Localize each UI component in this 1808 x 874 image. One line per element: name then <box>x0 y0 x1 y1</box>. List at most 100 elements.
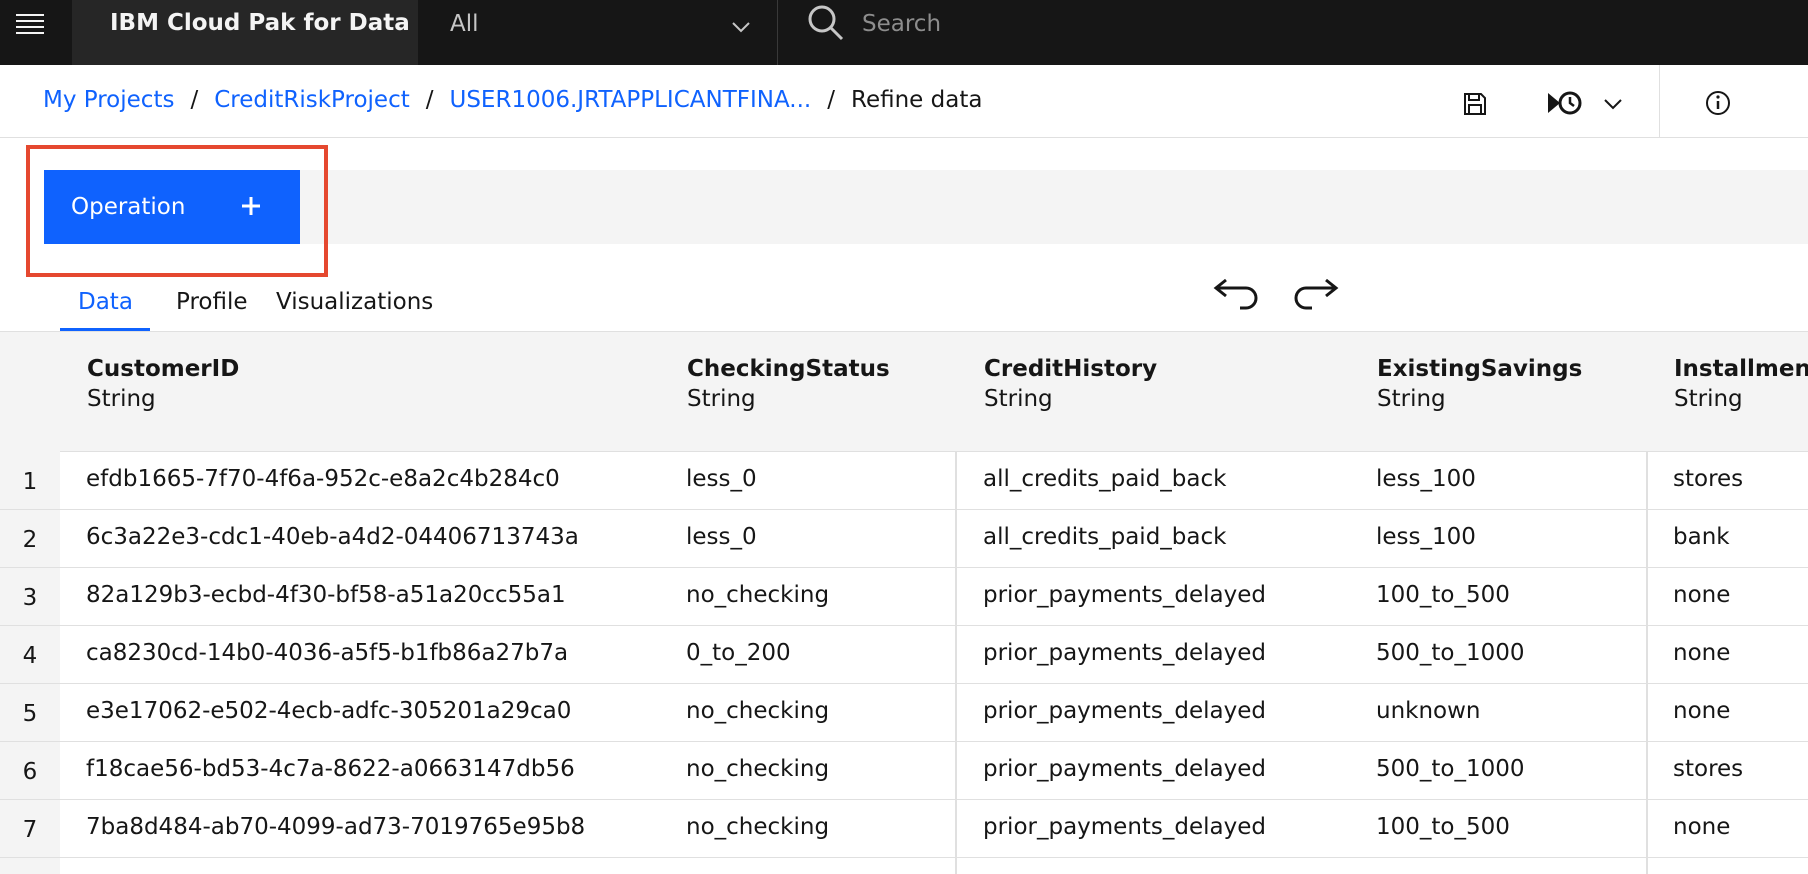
row-number: 3 <box>22 585 38 611</box>
table-cell[interactable]: efdb1665-7f70-4f6a-952c-e8a2c4b284c0 <box>86 466 560 492</box>
tab-data[interactable]: Data <box>60 285 150 331</box>
table-cell[interactable]: 500_to_1000 <box>1376 640 1525 666</box>
tab-visualizations[interactable]: Visualizations <box>276 285 476 331</box>
table-cell[interactable]: none <box>1673 698 1730 724</box>
brand-title: IBM Cloud Pak for Data <box>110 10 410 36</box>
column-name: CustomerID <box>87 356 240 382</box>
table-cell[interactable]: less_100 <box>1376 524 1476 550</box>
table-cell[interactable]: 6c3a22e3-cdc1-40eb-a4d2-04406713743a <box>86 524 579 550</box>
table-cell[interactable]: stores <box>1673 756 1743 782</box>
row-number: 1 <box>22 469 38 495</box>
row-number: 7 <box>22 817 38 843</box>
column-type: String <box>87 386 156 412</box>
save-icon[interactable] <box>1462 91 1488 117</box>
breadcrumb-separator: / <box>425 87 434 113</box>
table-cell[interactable]: prior_payments_delayed <box>983 698 1266 724</box>
tab-profile[interactable]: Profile <box>150 285 276 331</box>
breadcrumb-project[interactable]: CreditRiskProject <box>214 87 410 113</box>
undo-icon[interactable] <box>1212 272 1262 312</box>
table-cell[interactable]: less_100 <box>1376 466 1476 492</box>
table-cell[interactable]: 100_to_500 <box>1376 814 1510 840</box>
scope-dropdown-value: All <box>450 11 479 37</box>
column-type: String <box>1674 386 1743 412</box>
table-cell[interactable]: no_checking <box>686 582 829 608</box>
table-row[interactable]: 4 ca8230cd-14b0-4036-a5f5-b1fb86a27b7a 0… <box>0 626 1808 684</box>
table-cell[interactable]: bank <box>1673 524 1730 550</box>
chevron-down-icon <box>1604 99 1622 110</box>
breadcrumb-my-projects[interactable]: My Projects <box>43 87 174 113</box>
column-type: String <box>1377 386 1446 412</box>
column-header-customerid[interactable]: CustomerID String <box>87 356 239 412</box>
tab-label: Data <box>78 289 133 315</box>
operation-button[interactable]: Operation <box>44 170 300 244</box>
view-tabs: Data Profile Visualizations <box>60 285 476 331</box>
table-cell[interactable]: 7ba8d484-ab70-4099-ad73-7019765e95b8 <box>86 814 585 840</box>
table-row[interactable]: 1 efdb1665-7f70-4f6a-952c-e8a2c4b284c0 l… <box>0 452 1808 510</box>
table-cell[interactable]: 500_to_1000 <box>1376 756 1525 782</box>
tab-label: Visualizations <box>276 289 434 315</box>
column-type: String <box>687 386 756 412</box>
column-header-credithistory[interactable]: CreditHistory String <box>984 356 1157 412</box>
table-header-row: CustomerID String CheckingStatus String … <box>60 332 1808 452</box>
table-cell[interactable]: 82a129b3-ecbd-4f30-bf58-a51a20cc55a1 <box>86 582 566 608</box>
table-cell[interactable]: prior_payments_delayed <box>983 582 1266 608</box>
operation-button-label: Operation <box>71 194 186 220</box>
table-cell[interactable]: 100_to_500 <box>1376 582 1510 608</box>
table-cell[interactable]: unknown <box>1376 698 1481 724</box>
table-cell[interactable]: all_credits_paid_back <box>983 466 1226 492</box>
table-row[interactable]: 2 6c3a22e3-cdc1-40eb-a4d2-04406713743a l… <box>0 510 1808 568</box>
table-cell[interactable]: no_checking <box>686 698 829 724</box>
table-row[interactable]: 5 e3e17062-e502-4ecb-adfc-305201a29ca0 n… <box>0 684 1808 742</box>
data-table: CustomerID String CheckingStatus String … <box>0 331 1808 874</box>
table-cell[interactable]: no_checking <box>686 756 829 782</box>
scope-dropdown[interactable]: All <box>418 0 778 65</box>
breadcrumb-separator: / <box>190 87 199 113</box>
table-cell[interactable]: ca8230cd-14b0-4036-a5f5-b1fb86a27b7a <box>86 640 568 666</box>
column-header-existingsavings[interactable]: ExistingSavings String <box>1377 356 1582 412</box>
tab-label: Profile <box>176 289 248 315</box>
column-header-installmentplans[interactable]: InstallmentPlans String <box>1674 356 1808 412</box>
add-icon <box>242 197 260 215</box>
table-cell[interactable]: prior_payments_delayed <box>983 756 1266 782</box>
toolbar-divider <box>1659 65 1660 137</box>
breadcrumb-data-asset[interactable]: USER1006.JRTAPPLICANTFINA... <box>450 87 812 113</box>
table-cell[interactable]: prior_payments_delayed <box>983 814 1266 840</box>
table-cell[interactable]: e3e17062-e502-4ecb-adfc-305201a29ca0 <box>86 698 571 724</box>
table-row[interactable]: 3 82a129b3-ecbd-4f30-bf58-a51a20cc55a1 n… <box>0 568 1808 626</box>
table-row[interactable]: 7 7ba8d484-ab70-4099-ad73-7019765e95b8 n… <box>0 800 1808 858</box>
row-number: 4 <box>22 643 38 669</box>
table-cell[interactable]: f18cae56-bd53-4c7a-8622-a0663147db56 <box>86 756 575 782</box>
redo-icon[interactable] <box>1290 272 1340 312</box>
top-nav-bar: IBM Cloud Pak for Data All <box>0 0 1808 65</box>
info-icon[interactable] <box>1704 89 1732 117</box>
table-cell[interactable]: none <box>1673 582 1730 608</box>
table-cell[interactable]: less_0 <box>686 524 757 550</box>
search-input[interactable] <box>862 4 1362 44</box>
breadcrumb-current-page: Refine data <box>851 87 983 113</box>
table-cell[interactable]: prior_payments_delayed <box>983 640 1266 666</box>
operation-strip <box>300 170 1808 244</box>
column-name: CheckingStatus <box>687 356 890 382</box>
search-icon[interactable] <box>805 2 847 44</box>
table-cell[interactable]: less_0 <box>686 466 757 492</box>
table-cell[interactable]: none <box>1673 814 1730 840</box>
column-name: ExistingSavings <box>1377 356 1583 382</box>
column-name: CreditHistory <box>984 356 1158 382</box>
topbar-divider <box>777 0 778 65</box>
table-cell[interactable]: none <box>1673 640 1730 666</box>
column-header-checkingstatus[interactable]: CheckingStatus String <box>687 356 890 412</box>
menu-icon[interactable] <box>14 10 46 38</box>
row-number: 2 <box>22 527 38 553</box>
table-cell[interactable]: 0_to_200 <box>686 640 791 666</box>
job-history-button[interactable] <box>1542 85 1626 121</box>
table-cell[interactable]: stores <box>1673 466 1743 492</box>
row-number: 6 <box>22 759 38 785</box>
brand-area: IBM Cloud Pak for Data <box>72 0 418 65</box>
chevron-down-icon <box>732 22 750 33</box>
breadcrumb-bar: My Projects / CreditRiskProject / USER10… <box>0 65 1808 138</box>
table-cell[interactable]: no_checking <box>686 814 829 840</box>
table-cell[interactable]: all_credits_paid_back <box>983 524 1226 550</box>
breadcrumb: My Projects / CreditRiskProject / USER10… <box>43 87 982 113</box>
column-type: String <box>984 386 1053 412</box>
table-row[interactable]: 6 f18cae56-bd53-4c7a-8622-a0663147db56 n… <box>0 742 1808 800</box>
